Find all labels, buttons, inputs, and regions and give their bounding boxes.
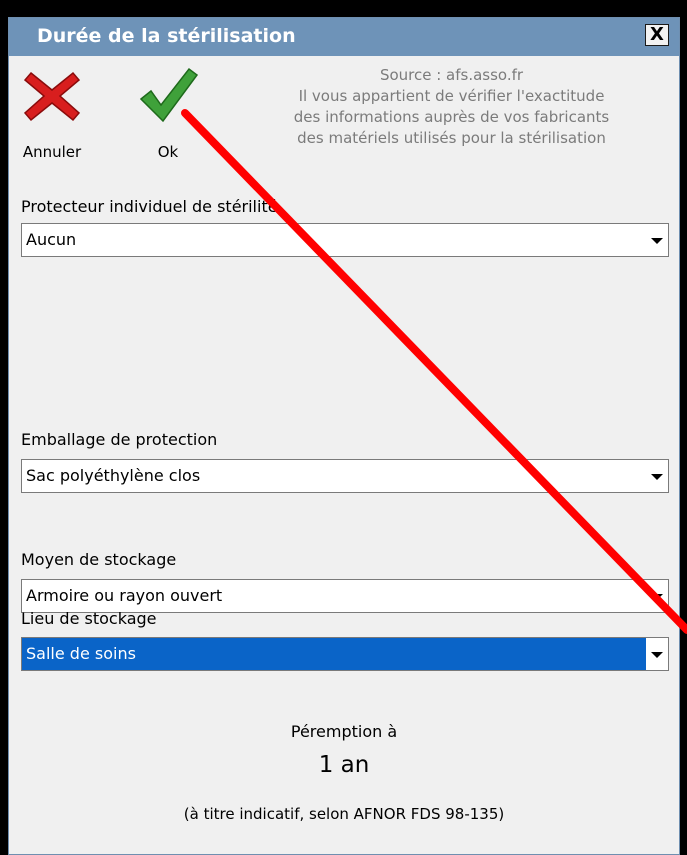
cancel-button[interactable]: Annuler: [17, 65, 87, 165]
lieu-label: Lieu de stockage: [21, 609, 157, 628]
emballage-value[interactable]: Sac polyéthylène clos: [22, 460, 200, 492]
protecteur-label: Protecteur individuel de stérilité: [21, 197, 278, 216]
close-icon[interactable]: X: [650, 24, 664, 45]
emballage-label: Emballage de protection: [21, 430, 218, 449]
expiry-value: 1 an: [318, 752, 370, 778]
close-button[interactable]: X: [645, 24, 669, 46]
red-x-icon[interactable]: [21, 65, 83, 127]
cancel-label[interactable]: Annuler: [17, 143, 87, 161]
window-title: Durée de la stérilisation: [37, 25, 296, 47]
emballage-select[interactable]: Sac polyéthylène clos: [21, 459, 669, 493]
lieu-value[interactable]: Salle de soins: [22, 638, 646, 670]
sterilization-dialog: Durée de la stérilisation X Annuler Ok S…: [8, 17, 680, 855]
disclaimer-line: des matériels utilisés pour la stérilisa…: [297, 129, 606, 147]
expiry-heading: Péremption à: [290, 722, 398, 741]
chevron-down-icon[interactable]: [646, 224, 668, 256]
protecteur-value[interactable]: Aucun: [22, 224, 76, 256]
disclaimer-line: Il vous appartient de vérifier l'exactit…: [298, 87, 605, 105]
ok-button[interactable]: Ok: [133, 65, 203, 165]
protecteur-select[interactable]: Aucun: [21, 223, 669, 257]
title-bar: Durée de la stérilisation X: [9, 18, 679, 56]
moyen-label: Moyen de stockage: [21, 550, 177, 569]
chevron-down-icon[interactable]: [646, 580, 668, 612]
ok-label[interactable]: Ok: [133, 143, 203, 161]
expiry-note: (à titre indicatif, selon AFNOR FDS 98-1…: [183, 805, 505, 823]
disclaimer-line: des informations auprès de vos fabricant…: [293, 108, 610, 126]
chevron-down-icon[interactable]: [646, 638, 668, 670]
source-note: Source : afs.asso.fr Il vous appartient …: [234, 65, 669, 149]
lieu-select[interactable]: Salle de soins: [21, 637, 669, 671]
moyen-select[interactable]: Armoire ou rayon ouvert: [21, 579, 669, 613]
moyen-value[interactable]: Armoire ou rayon ouvert: [22, 580, 222, 612]
green-check-icon[interactable]: [137, 65, 199, 127]
chevron-down-icon[interactable]: [646, 460, 668, 492]
source-line: Source : afs.asso.fr: [379, 66, 524, 84]
